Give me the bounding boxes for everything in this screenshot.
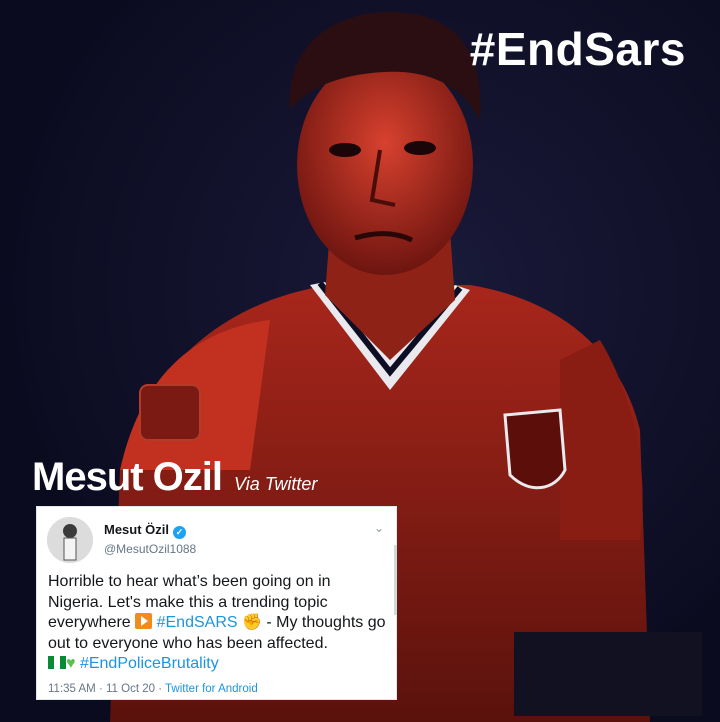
- poster: #EndSars Mesut Ozil Via Twitter Mesut Öz…: [0, 0, 720, 722]
- play-button-emoji-icon: [135, 613, 153, 629]
- via-label: Via Twitter: [234, 474, 318, 494]
- tweet-meta: 11:35 AM · 11 Oct 20 · Twitter for Andro…: [48, 683, 258, 695]
- tweet-text: Horrible to hear what’s been going on in…: [48, 572, 388, 675]
- fist-emoji-icon: ✊: [242, 614, 262, 631]
- avatar[interactable]: [47, 517, 93, 563]
- hashtag-endsars-link[interactable]: #EndSARS: [157, 614, 238, 631]
- player-name: Mesut Ozil: [32, 455, 223, 499]
- nigeria-flag-icon: [48, 656, 66, 669]
- tweet-card[interactable]: Mesut Özil ✓ @MesutOzil1088 ⌄ Horrible to…: [36, 506, 397, 700]
- tweet-header: Mesut Özil ✓ @MesutOzil1088 ⌄: [47, 515, 386, 565]
- green-heart-icon: ♥: [66, 655, 76, 672]
- tweet-author[interactable]: Mesut Özil ✓: [104, 522, 187, 539]
- chevron-down-icon[interactable]: ⌄: [372, 521, 386, 535]
- meta-separator: ·: [158, 683, 166, 695]
- tweet-source[interactable]: Twitter for Android: [165, 683, 258, 695]
- corner-shadow: [514, 632, 702, 716]
- hashtag-endpolicebrutality-link[interactable]: #EndPoliceBrutality: [80, 655, 219, 672]
- tweet-time[interactable]: 11:35 AM: [48, 683, 96, 695]
- scrollbar[interactable]: [394, 545, 397, 615]
- tweet-date[interactable]: 11 Oct 20: [106, 683, 155, 695]
- tweet-handle[interactable]: @MesutOzil1088: [104, 542, 196, 556]
- name-row: Mesut Ozil Via Twitter: [32, 455, 317, 500]
- hashtag-title: #EndSars: [469, 23, 686, 75]
- verified-badge-icon: ✓: [173, 526, 187, 539]
- tweet-author-name[interactable]: Mesut Özil: [104, 522, 169, 537]
- meta-separator: ·: [98, 683, 106, 695]
